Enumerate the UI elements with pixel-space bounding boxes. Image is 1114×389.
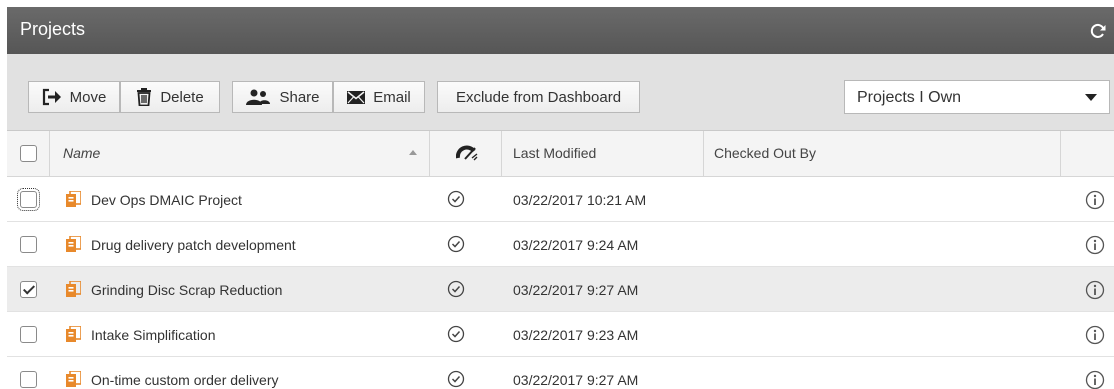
- delete-label: Delete: [160, 88, 204, 106]
- check-circle-icon: [447, 325, 465, 343]
- info-icon[interactable]: [1085, 190, 1105, 210]
- project-file-icon: [66, 371, 81, 387]
- project-name[interactable]: Drug delivery patch development: [91, 237, 296, 253]
- trash-icon: [137, 88, 152, 106]
- chevron-down-icon: [1085, 94, 1097, 101]
- project-name[interactable]: Dev Ops DMAIC Project: [91, 192, 242, 208]
- project-file-icon: [66, 281, 81, 297]
- exclude-label: Exclude from Dashboard: [455, 88, 622, 106]
- project-file-icon: [66, 326, 81, 342]
- project-filter-select[interactable]: Projects I Own: [844, 80, 1110, 114]
- move-icon: [42, 88, 61, 106]
- info-icon[interactable]: [1085, 370, 1105, 389]
- email-label: Email: [373, 88, 411, 106]
- check-circle-icon: [447, 190, 465, 208]
- status-gauge-icon: [456, 145, 478, 161]
- row-checkbox[interactable]: [20, 326, 37, 343]
- panel-header: Projects: [7, 7, 1114, 54]
- info-icon[interactable]: [1085, 325, 1105, 345]
- check-circle-icon: [447, 235, 465, 253]
- refresh-icon[interactable]: [1088, 21, 1108, 41]
- project-name[interactable]: Grinding Disc Scrap Reduction: [91, 282, 282, 298]
- project-name[interactable]: Intake Simplification: [91, 327, 216, 343]
- last-modified-value: 03/22/2017 9:27 AM: [513, 282, 639, 298]
- panel-title: Projects: [20, 19, 86, 39]
- share-label: Share: [279, 88, 320, 106]
- share-button[interactable]: Share: [232, 81, 333, 113]
- share-users-icon: [246, 89, 271, 105]
- sort-ascending-icon: [409, 150, 417, 155]
- move-button[interactable]: Move: [28, 81, 120, 113]
- info-icon[interactable]: [1085, 280, 1105, 300]
- name-column-header[interactable]: Name: [50, 131, 430, 176]
- last-modified-value: 03/22/2017 9:24 AM: [513, 237, 639, 253]
- select-all-column: [7, 131, 50, 176]
- email-button[interactable]: Email: [333, 81, 425, 113]
- move-label: Move: [69, 88, 107, 106]
- table-row[interactable]: Intake Simplification 03/22/2017 9:23 AM: [7, 312, 1114, 357]
- last-modified-label: Last Modified: [513, 145, 597, 161]
- table-header: Name Last Modified Checked Out By: [7, 131, 1114, 177]
- select-all-checkbox[interactable]: [20, 145, 37, 162]
- project-file-icon: [66, 191, 81, 207]
- row-checkbox[interactable]: [20, 236, 37, 253]
- projects-panel: Projects Move Delete Share Email Exclude…: [7, 7, 1114, 389]
- checked-out-by-column-header[interactable]: Checked Out By: [704, 131, 1061, 176]
- last-modified-column-header[interactable]: Last Modified: [502, 131, 704, 176]
- last-modified-value: 03/22/2017 9:27 AM: [513, 372, 639, 388]
- row-checkbox[interactable]: [20, 371, 37, 388]
- envelope-icon: [347, 90, 366, 104]
- table-row[interactable]: Dev Ops DMAIC Project 03/22/2017 10:21 AM: [7, 177, 1114, 222]
- last-modified-value: 03/22/2017 10:21 AM: [513, 192, 647, 208]
- checked-out-by-label: Checked Out By: [714, 145, 816, 161]
- project-name[interactable]: On-time custom order delivery: [91, 372, 279, 388]
- exclude-from-dashboard-button[interactable]: Exclude from Dashboard: [437, 81, 640, 113]
- row-checkbox[interactable]: [17, 188, 40, 211]
- check-circle-icon: [447, 370, 465, 388]
- project-file-icon: [66, 236, 81, 252]
- table-row[interactable]: On-time custom order delivery 03/22/2017 …: [7, 357, 1114, 389]
- row-checkbox[interactable]: [20, 281, 37, 298]
- table-row[interactable]: Grinding Disc Scrap Reduction 03/22/2017 …: [7, 267, 1114, 312]
- status-column-header[interactable]: [430, 131, 502, 176]
- name-column-label: Name: [63, 145, 101, 161]
- info-icon[interactable]: [1085, 235, 1105, 255]
- delete-button[interactable]: Delete: [120, 81, 220, 113]
- last-modified-value: 03/22/2017 9:23 AM: [513, 327, 639, 343]
- check-circle-icon: [447, 280, 465, 298]
- toolbar: Move Delete Share Email Exclude from Das…: [7, 54, 1114, 131]
- project-filter-value: Projects I Own: [857, 89, 962, 106]
- table-row[interactable]: Drug delivery patch development 03/22/201…: [7, 222, 1114, 267]
